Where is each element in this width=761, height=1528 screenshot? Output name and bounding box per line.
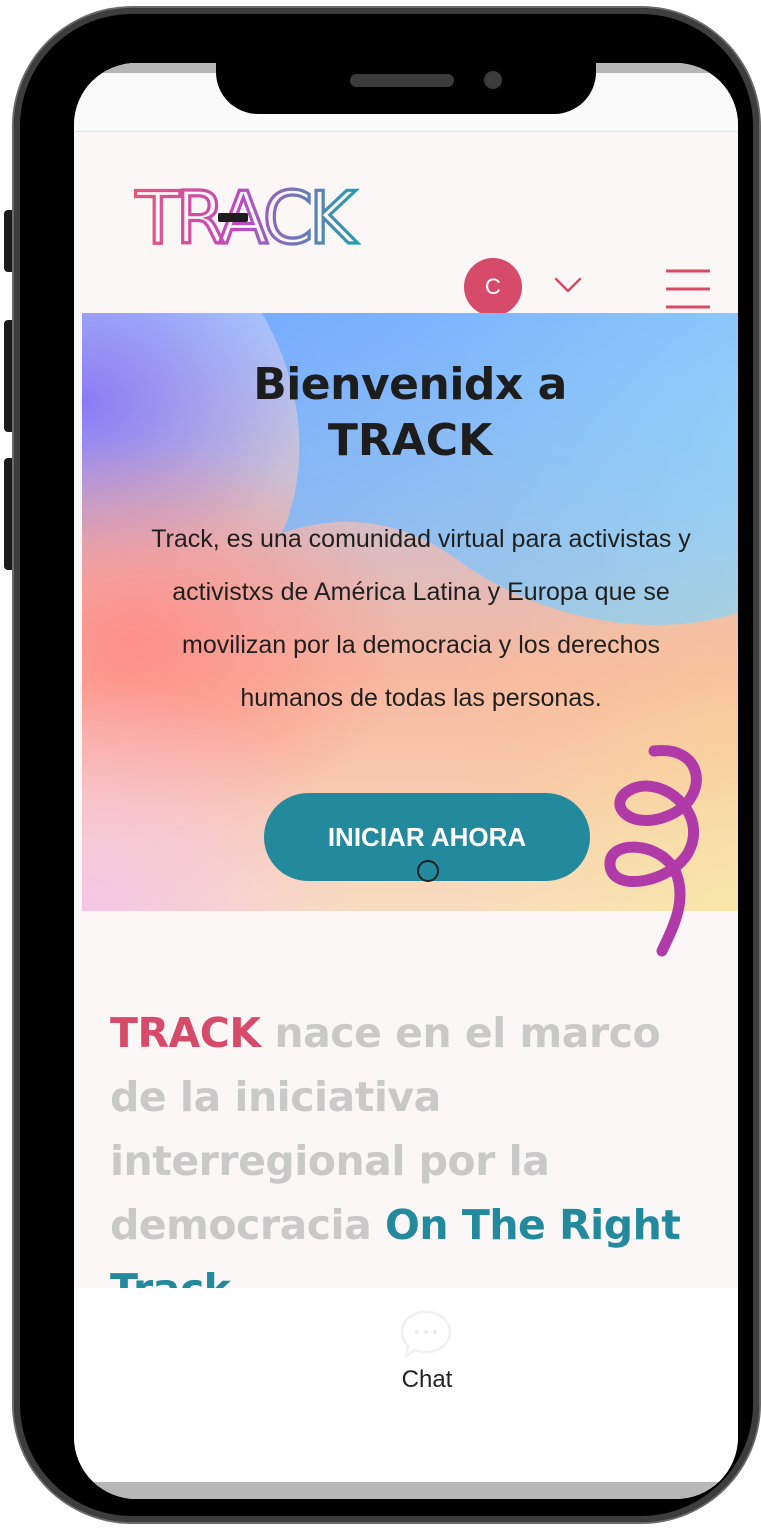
front-camera	[484, 71, 502, 89]
phone-notch	[216, 16, 596, 114]
hero-title-line2: TRACK	[327, 415, 493, 466]
hero-title-line1: Bienvenidx a	[253, 359, 567, 410]
phone-screen: TRACK C Bienvenidx a TRACK Track, es una…	[74, 63, 738, 1499]
phone-frame: TRACK C Bienvenidx a TRACK Track, es una…	[14, 8, 759, 1522]
intro-heading: TRACK nace en el marco de la iniciativa …	[110, 1001, 710, 1321]
hamburger-menu-icon[interactable]	[664, 267, 712, 311]
squiggle-decoration	[604, 745, 702, 957]
intro-brand: TRACK	[110, 1009, 261, 1057]
user-avatar[interactable]: C	[464, 258, 522, 316]
chat-bubble-icon[interactable]	[398, 1308, 454, 1360]
cursor-indicator	[417, 860, 439, 882]
chat-label[interactable]: Chat	[74, 1366, 738, 1394]
hero-description: Track, es una comunidad virtual para act…	[151, 525, 691, 712]
speaker-grille	[350, 74, 454, 87]
site-header: TRACK C	[74, 133, 738, 316]
hero-title: Bienvenidx a TRACK	[82, 357, 738, 469]
screen-bottom-area	[74, 1422, 738, 1482]
chat-bar[interactable]: Chat	[74, 1288, 738, 1423]
chevron-down-icon[interactable]	[552, 274, 584, 296]
track-logo[interactable]: TRACK	[126, 181, 364, 253]
browser-bottom-strip	[74, 1482, 738, 1499]
